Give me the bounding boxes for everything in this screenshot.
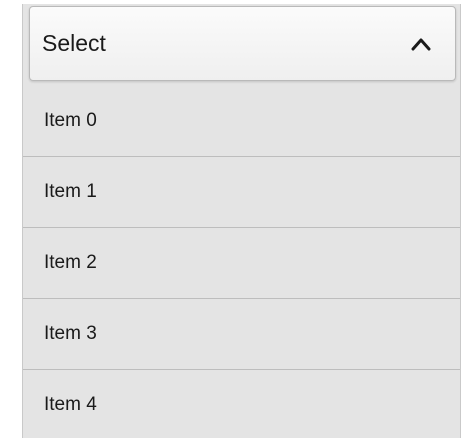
list-item-label: Item 4	[44, 394, 97, 415]
list-item[interactable]: Item 2	[23, 228, 460, 299]
list-item-label: Item 2	[44, 252, 97, 273]
select-label: Select	[42, 30, 106, 56]
list-item-label: Item 0	[44, 110, 97, 131]
select-options-list: Item 0 Item 1 Item 2 Item 3 Item 4	[23, 86, 460, 438]
select-dropdown: Select Item 0 Item 1 Item 2 Item 3 Item …	[22, 4, 461, 438]
list-item-label: Item 1	[44, 181, 97, 202]
list-item[interactable]: Item 4	[23, 370, 460, 438]
chevron-up-icon[interactable]	[409, 32, 433, 56]
list-item-label: Item 3	[44, 323, 97, 344]
list-item[interactable]: Item 3	[23, 299, 460, 370]
list-item[interactable]: Item 0	[23, 86, 460, 157]
list-item[interactable]: Item 1	[23, 157, 460, 228]
select-toggle-button[interactable]: Select	[29, 6, 456, 81]
